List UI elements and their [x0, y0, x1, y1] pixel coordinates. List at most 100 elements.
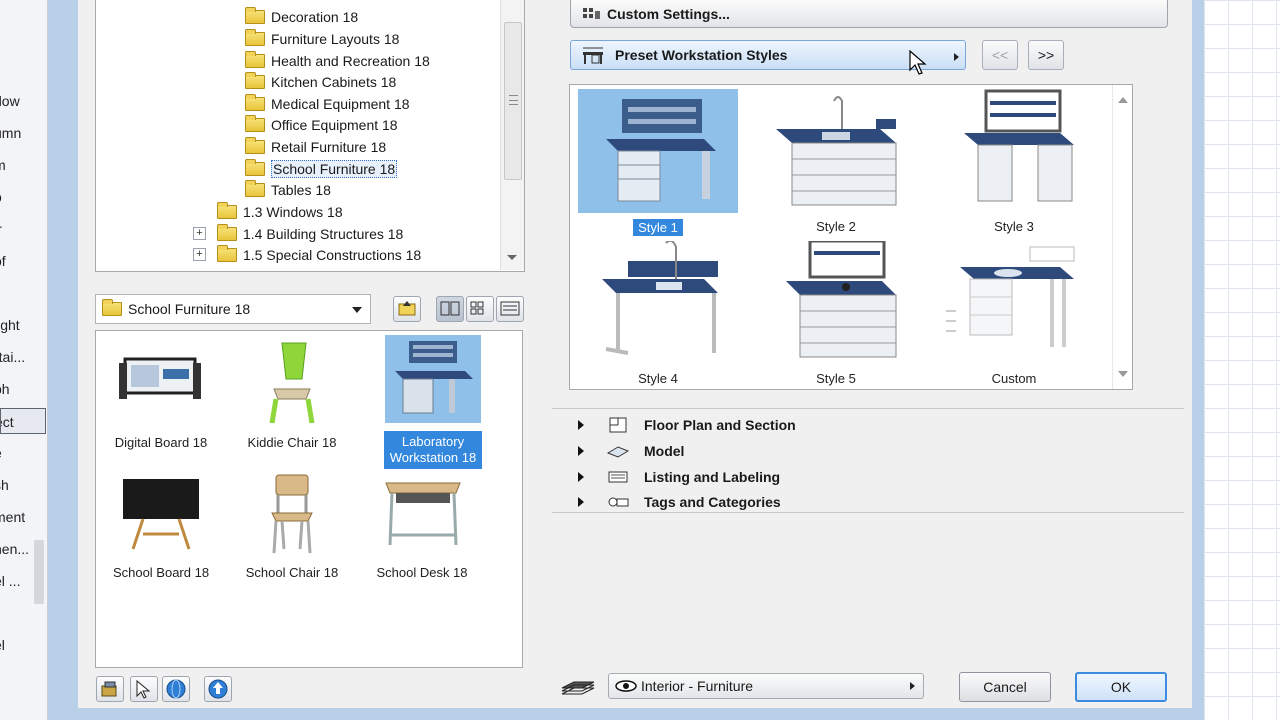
section-listing[interactable]: Listing and Labeling [578, 465, 1178, 489]
folder-icon [245, 93, 265, 111]
folder-icon [217, 223, 237, 241]
toolbox-item[interactable]: e [0, 440, 46, 466]
tree-item-label: School Furniture 18 [271, 159, 398, 178]
tree-item-label: Furniture Layouts 18 [271, 30, 400, 47]
tree-item[interactable]: School Furniture 18 [245, 158, 398, 179]
parent-folder-button[interactable] [393, 296, 421, 322]
section-tags[interactable]: Tags and Categories [578, 490, 1178, 514]
toolbox-item[interactable]: of [0, 248, 46, 274]
mouse-cursor-icon [909, 50, 927, 75]
toolbox-item[interactable]: sh [0, 472, 46, 498]
tree-item[interactable]: Furniture Layouts 18 [245, 28, 399, 49]
tree-item[interactable]: Health and Recreation 18 [245, 50, 430, 71]
expand-plus-icon[interactable]: + [193, 248, 206, 261]
tree-item[interactable]: 1.5 Special Constructions 18 [217, 244, 421, 265]
toolbox-item[interactable]: dow [0, 88, 46, 114]
tree-item-label: Health and Recreation 18 [271, 52, 430, 69]
tree-item[interactable]: Decoration 18 [245, 6, 358, 27]
ok-button[interactable]: OK [1075, 672, 1167, 702]
section-label: Model [644, 443, 685, 459]
find-object-button[interactable] [130, 676, 158, 702]
tree-item-label: 1.5 Special Constructions 18 [243, 246, 422, 263]
toolbox-item[interactable]: umn [0, 120, 46, 146]
toolbox-item[interactable]: light [0, 312, 46, 338]
kiddie-chair-icon [244, 339, 340, 427]
previous-style-button[interactable]: << [982, 40, 1018, 70]
tree-scrollbar[interactable] [500, 0, 524, 270]
small-icons-icon [470, 301, 484, 315]
tree-item[interactable]: Medical Equipment 18 [245, 93, 410, 114]
object-thumbnail[interactable]: School Chair 18 [232, 469, 352, 580]
object-label: Kiddie Chair 18 [247, 435, 337, 450]
large-icons-icon [440, 301, 460, 316]
toolbox-item[interactable]: ll [0, 280, 46, 306]
style-label: Style 4 [638, 371, 678, 386]
folder-icon [245, 50, 265, 68]
toolbox-item[interactable]: r [0, 56, 46, 82]
view-small-icons-button[interactable] [466, 296, 494, 322]
section-model[interactable]: Model [578, 439, 1178, 463]
object-thumbnail[interactable]: School Board 18 [101, 469, 221, 580]
view-large-icons-button[interactable] [436, 296, 464, 322]
tree-item[interactable]: Office Equipment 18 [245, 114, 398, 135]
style-option[interactable]: Custom [934, 241, 1094, 386]
tree-item[interactable]: 1.3 Windows 18 [217, 201, 343, 222]
section-floor-plan[interactable]: Floor Plan and Section [578, 413, 1178, 437]
toolbox-item[interactable]: m [0, 152, 46, 178]
window-frame-bottom [48, 708, 1204, 720]
section-label: Listing and Labeling [644, 469, 781, 485]
object-label-line: Laboratory [401, 434, 465, 449]
view-options-value: Interior - Furniture [641, 678, 754, 694]
tree-item-label: Medical Equipment 18 [271, 95, 410, 112]
workstation-icon [583, 47, 603, 64]
tree-scroll-down-icon[interactable] [507, 255, 517, 260]
tree-item-label: Tables 18 [271, 181, 331, 198]
preset-styles-dropdown[interactable]: Preset Workstation Styles [570, 40, 966, 70]
style-option[interactable]: Style 4 [578, 239, 738, 386]
tree-scroll-thumb[interactable] [504, 22, 522, 180]
styles-scrollbar[interactable] [1112, 85, 1132, 389]
view-options-dropdown[interactable]: Interior - Furniture [608, 673, 924, 699]
custom-settings-button[interactable]: Custom Settings... [570, 0, 1168, 28]
tree-item-label: Decoration 18 [271, 8, 359, 25]
toolbox-item[interactable]: ph [0, 376, 46, 402]
folder-dropdown-value: School Furniture 18 [128, 301, 251, 317]
tree-item[interactable]: 1.4 Building Structures 18 [217, 223, 403, 244]
style-option[interactable]: Style 3 [934, 89, 1094, 234]
upload-button[interactable] [204, 676, 232, 702]
tree-item[interactable]: Retail Furniture 18 [245, 136, 386, 157]
object-thumbnail[interactable]: Laboratory Workstation 18 [373, 335, 493, 469]
laboratory-workstation-icon [385, 335, 481, 423]
next-style-button[interactable]: >> [1028, 40, 1064, 70]
object-thumbnails-grid: Digital Board 18 Kiddie Chair 18 Laborator… [95, 330, 523, 668]
toolbox-item[interactable]: o [0, 184, 46, 210]
toolbox-item[interactable]: el [0, 632, 46, 658]
folder-dropdown[interactable]: School Furniture 18 [95, 294, 371, 324]
folder-icon [217, 244, 237, 262]
toolbox-item[interactable]: r [0, 24, 46, 50]
cancel-button[interactable]: Cancel [959, 672, 1051, 702]
folder-icon [245, 179, 265, 197]
library-tree: Decoration 18 Furniture Layouts 18 Health … [95, 0, 525, 272]
tree-item[interactable]: Kitchen Cabinets 18 [245, 71, 396, 92]
scroll-down-icon[interactable] [1118, 371, 1128, 377]
toolbox-scrollbar[interactable] [34, 540, 44, 604]
expand-caret-icon [578, 497, 584, 507]
toolbox-item[interactable]: ment [0, 504, 46, 530]
toolbox-item[interactable]: ect [0, 408, 46, 434]
object-thumbnail[interactable]: Kiddie Chair 18 [232, 339, 352, 450]
toolbox-item[interactable]: ir [0, 216, 46, 242]
object-thumbnail[interactable]: School Desk 18 [362, 469, 482, 580]
bimcomponents-button[interactable] [162, 676, 190, 702]
object-thumbnail[interactable]: Digital Board 18 [101, 339, 221, 450]
scroll-up-icon[interactable] [1118, 97, 1128, 103]
view-list-button[interactable] [496, 296, 524, 322]
library-manager-button[interactable] [96, 676, 124, 702]
tree-item[interactable]: Tables 18 [245, 179, 331, 200]
object-label: School Board 18 [112, 565, 210, 580]
style-option[interactable]: Style 5 [756, 239, 916, 386]
style-option[interactable]: Style 2 [756, 89, 916, 234]
style-option[interactable]: Style 1 [578, 89, 738, 236]
expand-plus-icon[interactable]: + [193, 227, 206, 240]
toolbox-item[interactable]: rtai... [0, 344, 46, 370]
